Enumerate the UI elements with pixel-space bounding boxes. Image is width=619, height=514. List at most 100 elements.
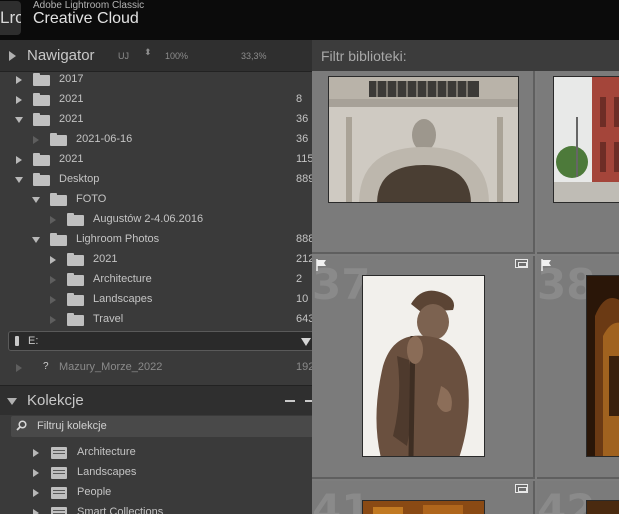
folder-row[interactable]: Landscapes 10 [0, 290, 312, 310]
folder-row[interactable]: 2017 [0, 70, 312, 90]
folder-count: 36 [296, 133, 309, 145]
collection-row[interactable]: People [0, 483, 312, 503]
volume-header-e[interactable]: E: [8, 331, 312, 351]
folder-expand-icon[interactable] [16, 364, 22, 372]
folder-label: 2017 [59, 73, 84, 85]
folder-row[interactable]: 2021 36 [0, 110, 312, 130]
collections-filter-label: Filtruj kolekcje [37, 420, 107, 432]
folder-row[interactable]: 2021 212 [0, 250, 312, 270]
collections-header[interactable]: Kolekcje [0, 385, 312, 415]
collection-label: Architecture [77, 446, 136, 458]
folder-row[interactable]: 2021 8 [0, 90, 312, 110]
photo-thumbnail-statue[interactable] [362, 275, 485, 457]
navigator-fit-option[interactable]: UJ [118, 51, 129, 61]
photo-thumbnail-warm-interior[interactable] [362, 500, 485, 514]
badge-icon[interactable] [515, 259, 528, 268]
grid-cell[interactable]: 41 [312, 481, 535, 514]
collection-expand-icon[interactable] [33, 489, 39, 497]
grid-cell[interactable]: 38 [537, 256, 619, 479]
folder-label: Mazury_Morze_2022 [59, 361, 163, 373]
remove-collection-icon[interactable] [285, 400, 295, 402]
badge-icon[interactable] [515, 484, 528, 493]
photo-thumbnail-red-church[interactable] [553, 76, 619, 203]
lightroom-logo: Lrc [0, 1, 21, 35]
folder-row[interactable]: Architecture 2 [0, 270, 312, 290]
photo-thumbnail-dark-2[interactable] [586, 500, 619, 514]
folder-expand-icon[interactable] [16, 96, 22, 104]
folder-expand-icon[interactable] [50, 276, 56, 284]
folder-icon [67, 213, 84, 226]
folder-expand-icon[interactable] [50, 296, 56, 304]
folder-expand-icon[interactable] [16, 76, 22, 84]
collections-filter-field[interactable]: Filtruj kolekcje [11, 416, 312, 437]
folder-count: 115 [296, 153, 312, 165]
folder-row[interactable]: FOTO [0, 190, 312, 210]
folder-icon [50, 233, 67, 246]
folder-expand-icon[interactable] [32, 237, 40, 243]
folder-expand-icon[interactable] [33, 136, 39, 144]
collection-row[interactable]: Landscapes [0, 463, 312, 483]
collection-label: People [77, 486, 112, 498]
folder-expand-icon[interactable] [50, 316, 56, 324]
photo-thumbnail-dark-interior[interactable] [586, 275, 619, 457]
grid-cell[interactable] [537, 71, 619, 254]
collection-expand-icon[interactable] [33, 469, 39, 477]
navigator-header[interactable]: Nawigator UJ ⬍ 100% 33,3% [0, 40, 312, 72]
left-panel: Nawigator UJ ⬍ 100% 33,3% 2017 2021 8 2021 3… [0, 40, 312, 514]
expand-triangle-icon[interactable] [9, 51, 16, 61]
folder-expand-icon[interactable] [50, 216, 56, 224]
folder-row[interactable]: Desktop 889 [0, 170, 312, 190]
folder-row[interactable]: Lighroom Photos 888 [0, 230, 312, 250]
folder-icon [33, 73, 50, 86]
folder-icon [67, 253, 84, 266]
collection-set-icon [51, 467, 67, 479]
flag-icon[interactable] [316, 259, 327, 271]
collapse-triangle-icon[interactable] [7, 398, 17, 405]
folder-row[interactable]: 2021-06-16 36 [0, 130, 312, 150]
navigator-zoom-33[interactable]: 33,3% [241, 51, 267, 61]
navigator-zoom-100[interactable]: 100% [165, 51, 188, 61]
collapse-triangle-icon[interactable] [301, 338, 311, 346]
folder-label: 2021 [93, 253, 118, 265]
collection-label: Landscapes [77, 466, 137, 478]
folder-icon [33, 113, 50, 126]
folder-expand-icon[interactable] [50, 256, 56, 264]
folder-count: 212 [296, 253, 312, 265]
folder-row[interactable]: Augustów 2-4.06.2016 [0, 210, 312, 230]
folder-expand-icon[interactable] [16, 156, 22, 164]
folder-label: 2021 [59, 93, 84, 105]
photo-thumbnail-building-arch[interactable] [328, 76, 519, 203]
search-icon [16, 420, 27, 431]
folder-expand-icon[interactable] [32, 197, 40, 203]
library-filter-title: Filtr biblioteki: [321, 48, 407, 64]
folder-icon [67, 293, 84, 306]
folder-count: 643 [296, 313, 312, 325]
folder-label: 2021 [59, 153, 84, 165]
grid-cell[interactable] [312, 71, 535, 254]
collection-expand-icon[interactable] [33, 449, 39, 457]
folder-label: Desktop [59, 173, 100, 185]
folder-row[interactable]: 2021 115 [0, 150, 312, 170]
collection-row[interactable]: Architecture [0, 443, 312, 463]
folder-label: Architecture [93, 273, 152, 285]
folder-icon [33, 93, 50, 106]
flag-icon[interactable] [541, 259, 552, 271]
folder-expand-icon[interactable] [15, 117, 23, 123]
collections-title: Kolekcje [27, 392, 84, 409]
folder-label: Lighroom Photos [76, 233, 160, 245]
folder-count: 36 [296, 113, 309, 125]
folder-expand-icon[interactable] [15, 177, 23, 183]
collection-expand-icon[interactable] [33, 509, 39, 514]
folder-icon [67, 313, 84, 326]
folder-count: 888 [296, 233, 312, 245]
folder-count: 8 [296, 93, 303, 105]
volume-status-indicator [15, 336, 19, 346]
folder-row-missing[interactable]: ? Mazury_Morze_2022 192 [0, 358, 312, 378]
navigator-zoom-arrows-icon[interactable]: ⬍ [144, 48, 152, 57]
grid-cell[interactable]: 37 [312, 256, 535, 479]
add-collection-icon[interactable] [305, 400, 312, 402]
folder-row[interactable]: Travel 643 [0, 310, 312, 330]
grid-cell[interactable]: 42 [537, 481, 619, 514]
collection-row[interactable]: Smart Collections [0, 503, 312, 514]
folder-icon [33, 173, 50, 186]
